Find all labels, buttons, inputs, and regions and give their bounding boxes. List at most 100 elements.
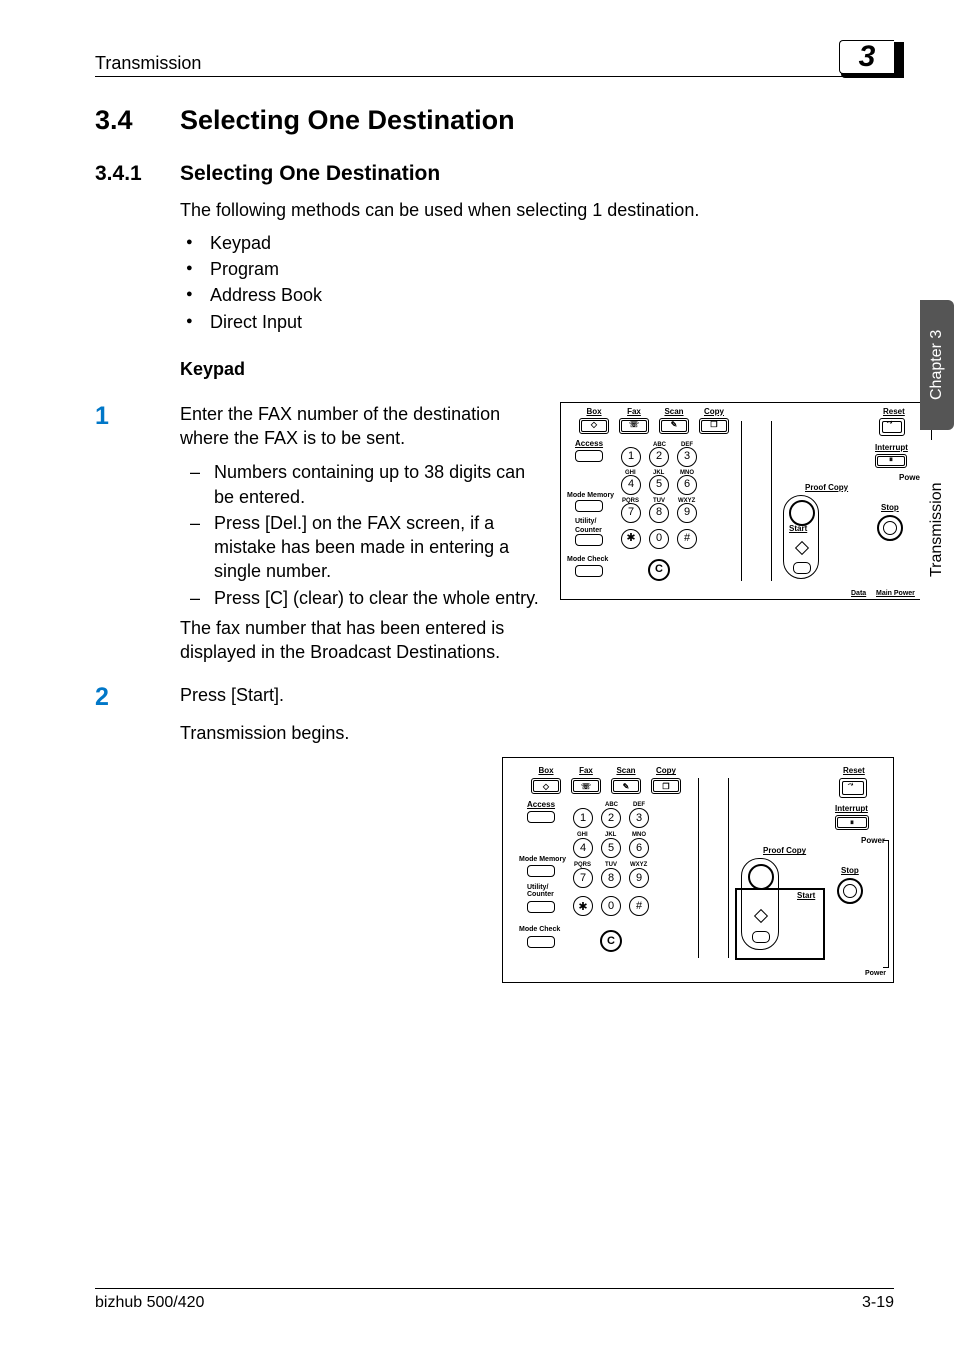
mode-copy-label: Copy bbox=[651, 766, 681, 775]
divider-icon bbox=[741, 421, 742, 581]
control-panel-diagram-1: Box Fax Scan Copy ◇ ☏ ✎ ❐ Access ABC DEF… bbox=[560, 402, 932, 600]
start-cluster bbox=[783, 495, 819, 579]
mode-memory-button bbox=[575, 500, 603, 512]
stop-label: Stop bbox=[841, 866, 859, 875]
scan-button: ✎ bbox=[611, 778, 641, 794]
list-item: Program bbox=[180, 256, 894, 282]
mode-memory-label: Mode Memory bbox=[519, 856, 566, 863]
data-label: Data bbox=[851, 589, 866, 598]
keypad-4: 4 bbox=[621, 475, 641, 495]
mode-box-label: Box bbox=[579, 407, 609, 418]
chapter-number: 3 bbox=[859, 40, 876, 74]
proof-copy-label: Proof Copy bbox=[763, 846, 806, 855]
keypad-1: 1 bbox=[573, 808, 593, 828]
running-title: Transmission bbox=[95, 53, 201, 74]
keypad-7: 7 bbox=[573, 868, 593, 888]
keypad-2: 2 bbox=[649, 447, 669, 467]
proof-copy-button bbox=[789, 500, 815, 526]
interrupt-label: Interrupt bbox=[875, 443, 908, 454]
section-title: Selecting One Destination bbox=[180, 105, 515, 135]
divider-icon bbox=[698, 778, 699, 958]
method-list: Keypad Program Address Book Direct Input bbox=[180, 230, 894, 334]
box-button: ◇ bbox=[531, 778, 561, 794]
start-indicator-icon bbox=[793, 562, 811, 574]
keypad-8: 8 bbox=[649, 503, 669, 523]
step-lead: Press [Start]. bbox=[180, 683, 894, 707]
list-item: Press [C] (clear) to clear the whole ent… bbox=[180, 586, 540, 610]
mode-memory-label: Mode Memory bbox=[567, 491, 614, 500]
keypad-1: 1 bbox=[621, 447, 641, 467]
mode-check-button bbox=[575, 565, 603, 577]
copy-button: ❐ bbox=[651, 778, 681, 794]
subsection-title: Selecting One Destination bbox=[180, 162, 440, 185]
keypad-3: 3 bbox=[629, 808, 649, 828]
step-1: 1 Enter the FAX number of the destinatio… bbox=[95, 402, 894, 665]
mode-box-label: Box bbox=[531, 766, 561, 775]
reset-button: ⃕ bbox=[839, 778, 867, 798]
list-item: Keypad bbox=[180, 230, 894, 256]
keypad-hash: # bbox=[629, 896, 649, 916]
keypad-9: 9 bbox=[677, 503, 697, 523]
stop-button bbox=[837, 878, 863, 904]
keypad-5: 5 bbox=[649, 475, 669, 495]
keypad-2: 2 bbox=[601, 808, 621, 828]
access-label: Access bbox=[575, 439, 603, 450]
box-button: ◇ bbox=[579, 418, 609, 434]
keypad-5: 5 bbox=[601, 838, 621, 858]
utility-button bbox=[575, 534, 603, 546]
step-after: The fax number that has been entered is … bbox=[180, 616, 540, 665]
mode-fax-label: Fax bbox=[571, 766, 601, 775]
step-2: 2 Press [Start]. Transmission begins. bbox=[95, 683, 894, 746]
keypad-0: 0 bbox=[601, 896, 621, 916]
fax-button: ☏ bbox=[619, 418, 649, 434]
footer-right: 3-19 bbox=[862, 1294, 894, 1312]
interrupt-label: Interrupt bbox=[835, 804, 868, 813]
proof-copy-button bbox=[748, 864, 774, 890]
list-item: Numbers containing up to 38 digits can b… bbox=[180, 460, 540, 509]
subsection-number: 3.4.1 bbox=[95, 162, 180, 186]
list-item: Address Book bbox=[180, 282, 894, 308]
interrupt-button: ⏸ bbox=[875, 454, 907, 468]
control-panel-diagram-2: Box Fax Scan Copy ◇ ☏ ✎ ❐ Access ABC DEF… bbox=[502, 757, 894, 983]
keypad-6: 6 bbox=[677, 475, 697, 495]
side-tab-section: Transmission bbox=[920, 440, 954, 620]
mode-copy-label: Copy bbox=[699, 407, 729, 418]
clear-button: C bbox=[600, 930, 622, 952]
power-bracket-icon bbox=[883, 840, 889, 968]
reset-button: ⃕ bbox=[879, 418, 905, 436]
step-after: Transmission begins. bbox=[180, 721, 894, 745]
scan-button: ✎ bbox=[659, 418, 689, 434]
access-button bbox=[527, 811, 555, 823]
clear-button: C bbox=[648, 559, 670, 581]
mode-fax-label: Fax bbox=[619, 407, 649, 418]
keypad-subheading: Keypad bbox=[180, 359, 894, 380]
keypad-9: 9 bbox=[629, 868, 649, 888]
proof-copy-label: Proof Copy bbox=[805, 483, 848, 494]
keypad-star: ✱ bbox=[573, 896, 593, 916]
copy-button: ❐ bbox=[699, 418, 729, 434]
fax-button: ☏ bbox=[571, 778, 601, 794]
start-highlight-icon bbox=[735, 888, 825, 960]
start-label: Start bbox=[789, 524, 807, 535]
mode-memory-button bbox=[527, 865, 555, 877]
utility-label: Utility/ Counter bbox=[575, 517, 602, 536]
mode-check-label: Mode Check bbox=[567, 555, 608, 564]
chapter-badge: 3 bbox=[839, 40, 894, 74]
step-number: 1 bbox=[95, 402, 180, 665]
side-tab-chapter: Chapter 3 bbox=[920, 300, 954, 430]
mode-check-button bbox=[527, 936, 555, 948]
keypad-6: 6 bbox=[629, 838, 649, 858]
access-label: Access bbox=[527, 800, 555, 809]
keypad-7: 7 bbox=[621, 503, 641, 523]
intro-text: The following methods can be used when s… bbox=[180, 198, 894, 222]
reset-label: Reset bbox=[883, 407, 905, 418]
subsection-heading: 3.4.1Selecting One Destination bbox=[95, 162, 894, 186]
utility-label: Utility/ Counter bbox=[527, 884, 554, 898]
keypad-3: 3 bbox=[677, 447, 697, 467]
list-item: Direct Input bbox=[180, 309, 894, 335]
step-notes: Numbers containing up to 38 digits can b… bbox=[180, 460, 540, 610]
side-section-label: Transmission bbox=[928, 483, 946, 578]
keypad-8: 8 bbox=[601, 868, 621, 888]
keypad-0: 0 bbox=[649, 529, 669, 549]
stop-button bbox=[877, 515, 903, 541]
